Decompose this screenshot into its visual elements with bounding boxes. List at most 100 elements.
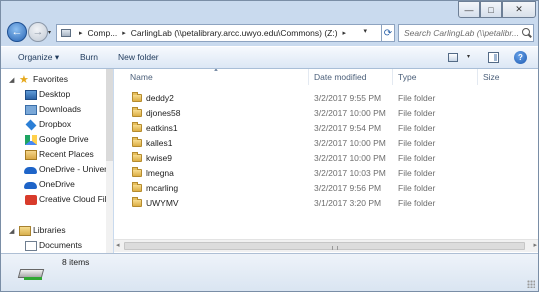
breadcrumb-separator-icon[interactable]: ▸ xyxy=(122,29,126,37)
file-name: UWYMV xyxy=(146,198,179,208)
file-name: kwise9 xyxy=(146,153,172,163)
sidebar-item-label: Downloads xyxy=(39,104,82,114)
breadcrumb-separator-icon[interactable]: ▸ xyxy=(343,29,347,37)
view-options-dropdown-icon[interactable]: ▾ xyxy=(467,53,470,60)
collapse-arrow-icon[interactable]: ◢ xyxy=(9,227,14,235)
column-divider[interactable] xyxy=(308,69,309,85)
help-icon[interactable]: ? xyxy=(514,51,527,64)
folder-icon xyxy=(132,167,142,177)
file-name: eatkins1 xyxy=(146,123,178,133)
maximize-button[interactable]: □ xyxy=(480,1,502,18)
search-icon[interactable] xyxy=(522,28,530,36)
recent-pages-dropdown[interactable]: ▾ xyxy=(48,29,51,36)
address-dropdown-icon[interactable]: ▾ xyxy=(363,27,367,35)
close-icon: ✕ xyxy=(515,4,523,14)
file-name: deddy2 xyxy=(146,93,174,103)
scroll-left-icon[interactable]: ◂ xyxy=(116,241,120,249)
horizontal-scrollbar[interactable]: ◂ ▸ xyxy=(114,239,538,252)
sidebar-item-libraries[interactable]: ◢ Libraries xyxy=(1,224,112,238)
refresh-button[interactable]: ⟳ xyxy=(381,24,395,42)
table-row[interactable]: kalles1 3/2/2017 10:00 PM File folder xyxy=(114,136,538,151)
sidebar-item-label: Favorites xyxy=(33,74,68,84)
file-date-modified: 3/2/2017 10:03 PM xyxy=(314,168,386,178)
network-drive-icon xyxy=(17,265,47,281)
sidebar-item-label: Recent Places xyxy=(39,149,94,159)
collapse-arrow-icon[interactable]: ◢ xyxy=(9,76,14,84)
command-bar: Organize ▾ Burn New folder ▾ ? xyxy=(1,46,538,69)
back-button[interactable]: ← xyxy=(7,22,27,42)
sidebar-item-onedrive[interactable]: OneDrive xyxy=(1,178,112,192)
file-type: File folder xyxy=(398,198,436,208)
sidebar-item-google-drive[interactable]: Google Drive xyxy=(1,133,112,147)
breadcrumb-computer[interactable]: Comp... xyxy=(88,28,118,38)
resize-grip-icon[interactable] xyxy=(527,280,535,288)
scrollbar-thumb[interactable] xyxy=(106,69,113,161)
sidebar-item-dropbox[interactable]: Dropbox xyxy=(1,118,112,132)
search-box[interactable]: Search CarlingLab (\\petalibr... xyxy=(398,24,534,42)
libraries-icon xyxy=(19,226,31,236)
sidebar-item-label: Desktop xyxy=(39,89,71,99)
sidebar-item-desktop[interactable]: Desktop xyxy=(1,88,112,102)
sidebar-item-documents[interactable]: Documents xyxy=(1,239,112,253)
table-row[interactable]: mcarling 3/2/2017 9:56 PM File folder xyxy=(114,181,538,196)
sidebar-item-creative-cloud[interactable]: Creative Cloud Fil xyxy=(1,193,112,207)
sidebar-item-recent-places[interactable]: Recent Places xyxy=(1,148,112,162)
sidebar-item-label: Dropbox xyxy=(39,119,72,129)
organize-menu-button[interactable]: Organize ▾ xyxy=(18,52,59,63)
file-type: File folder xyxy=(398,138,436,148)
table-row[interactable]: deddy2 3/2/2017 9:55 PM File folder xyxy=(114,91,538,106)
forward-button[interactable]: → xyxy=(28,22,48,42)
onedrive-icon xyxy=(24,167,37,174)
forward-arrow-icon: → xyxy=(32,26,44,38)
scroll-right-icon[interactable]: ▸ xyxy=(533,241,537,249)
navigation-pane-scrollbar[interactable] xyxy=(106,69,113,253)
recent-places-icon xyxy=(25,150,37,160)
explorer-window: — □ ✕ ← → ▾ ▸ Comp... ▸ CarlingLab (\\pe… xyxy=(0,0,539,292)
close-button[interactable]: ✕ xyxy=(502,1,536,18)
file-type: File folder xyxy=(398,108,436,118)
breadcrumb-carlinglab[interactable]: CarlingLab (\\petalibrary.arcc.uwyo.edu\… xyxy=(131,28,338,38)
column-header-name[interactable]: Name xyxy=(130,69,153,85)
table-row[interactable]: kwise9 3/2/2017 10:00 PM File folder xyxy=(114,151,538,166)
address-bar[interactable]: ▸ Comp... ▸ CarlingLab (\\petalibrary.ar… xyxy=(56,24,382,42)
table-row[interactable]: UWYMV 3/1/2017 3:20 PM File folder xyxy=(114,196,538,211)
sidebar-item-downloads[interactable]: Downloads xyxy=(1,103,112,117)
table-row[interactable]: lmegna 3/2/2017 10:03 PM File folder xyxy=(114,166,538,181)
file-name: djones58 xyxy=(146,108,181,118)
burn-button[interactable]: Burn xyxy=(80,52,98,62)
details-pane: 8 items xyxy=(1,253,538,291)
table-row[interactable]: djones58 3/2/2017 10:00 PM File folder xyxy=(114,106,538,121)
file-type: File folder xyxy=(398,93,436,103)
new-folder-button[interactable]: New folder xyxy=(118,52,159,62)
folder-icon xyxy=(132,182,142,192)
preview-pane-icon[interactable] xyxy=(488,52,499,63)
folder-icon xyxy=(132,137,142,147)
file-date-modified: 3/2/2017 10:00 PM xyxy=(314,108,386,118)
sidebar-item-label: Libraries xyxy=(33,225,66,235)
file-name: mcarling xyxy=(146,183,179,193)
folder-icon xyxy=(132,152,142,162)
table-row[interactable]: eatkins1 3/2/2017 9:54 PM File folder xyxy=(114,121,538,136)
folder-icon xyxy=(132,92,142,102)
sidebar-item-onedrive-university[interactable]: OneDrive - Univer xyxy=(1,163,112,177)
column-divider[interactable] xyxy=(392,69,393,85)
column-header-type[interactable]: Type xyxy=(398,69,416,85)
refresh-icon: ⟳ xyxy=(383,27,393,39)
sort-ascending-icon: ▲ xyxy=(213,69,219,73)
star-icon: ★ xyxy=(19,74,29,86)
folder-icon xyxy=(132,122,142,132)
column-header-date-modified[interactable]: Date modified xyxy=(314,69,366,85)
change-view-icon[interactable] xyxy=(448,53,458,62)
file-type: File folder xyxy=(398,183,436,193)
scrollbar-thumb[interactable] xyxy=(124,242,525,250)
item-count: 8 items xyxy=(62,257,90,267)
column-divider[interactable] xyxy=(477,69,478,85)
column-header-size[interactable]: Size xyxy=(483,69,500,85)
folder-icon xyxy=(132,107,142,117)
folder-icon xyxy=(132,197,142,207)
minimize-button[interactable]: — xyxy=(458,1,480,18)
breadcrumb-separator-icon[interactable]: ▸ xyxy=(79,29,83,37)
navigation-pane: ◢ ★ Favorites Desktop Downloads Dropbox … xyxy=(1,69,113,253)
file-date-modified: 3/2/2017 9:55 PM xyxy=(314,93,382,103)
sidebar-item-favorites[interactable]: ◢ ★ Favorites xyxy=(1,73,112,87)
